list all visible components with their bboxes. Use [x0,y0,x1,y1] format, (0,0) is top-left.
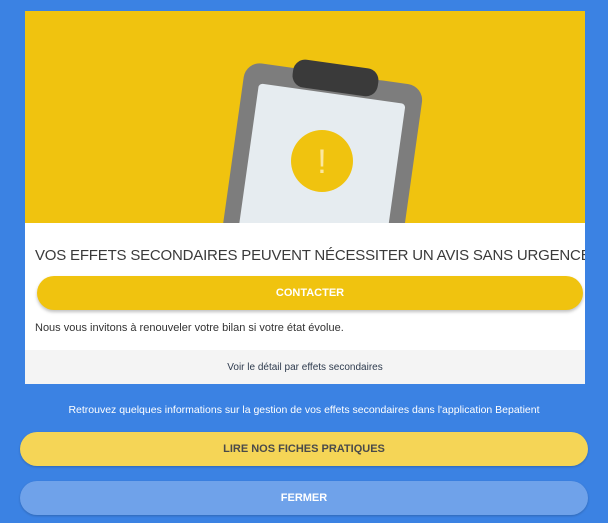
alert-headline: VOS EFFETS SECONDAIRES PEUVENT NÉCESSITE… [35,247,585,264]
promo-text: Retrouvez quelques informations sur la g… [68,404,540,416]
clipboard-warning-icon: ! [217,59,423,223]
read-guides-label: LIRE NOS FICHES PRATIQUES [223,443,385,455]
warning-glyph: ! [317,143,326,181]
contact-button[interactable]: CONTACTER [37,276,583,310]
detail-bar: Voir le détail par effets secondaires [25,350,585,384]
alert-card: ! VOS EFFETS SECONDAIRES PEUVENT NÉCESSI… [25,11,585,384]
info-text: Nous vous invitons à renouveler votre bi… [35,322,344,334]
close-button-label: FERMER [280,492,328,504]
detail-link[interactable]: Voir le détail par effets secondaires [227,362,382,373]
close-button[interactable]: FERMER [20,481,588,515]
hero-illustration: ! [25,11,585,223]
contact-button-label: CONTACTER [275,287,345,299]
dialog-frame: ! VOS EFFETS SECONDAIRES PEUVENT NÉCESSI… [0,0,608,523]
read-guides-button[interactable]: LIRE NOS FICHES PRATIQUES [20,432,588,466]
